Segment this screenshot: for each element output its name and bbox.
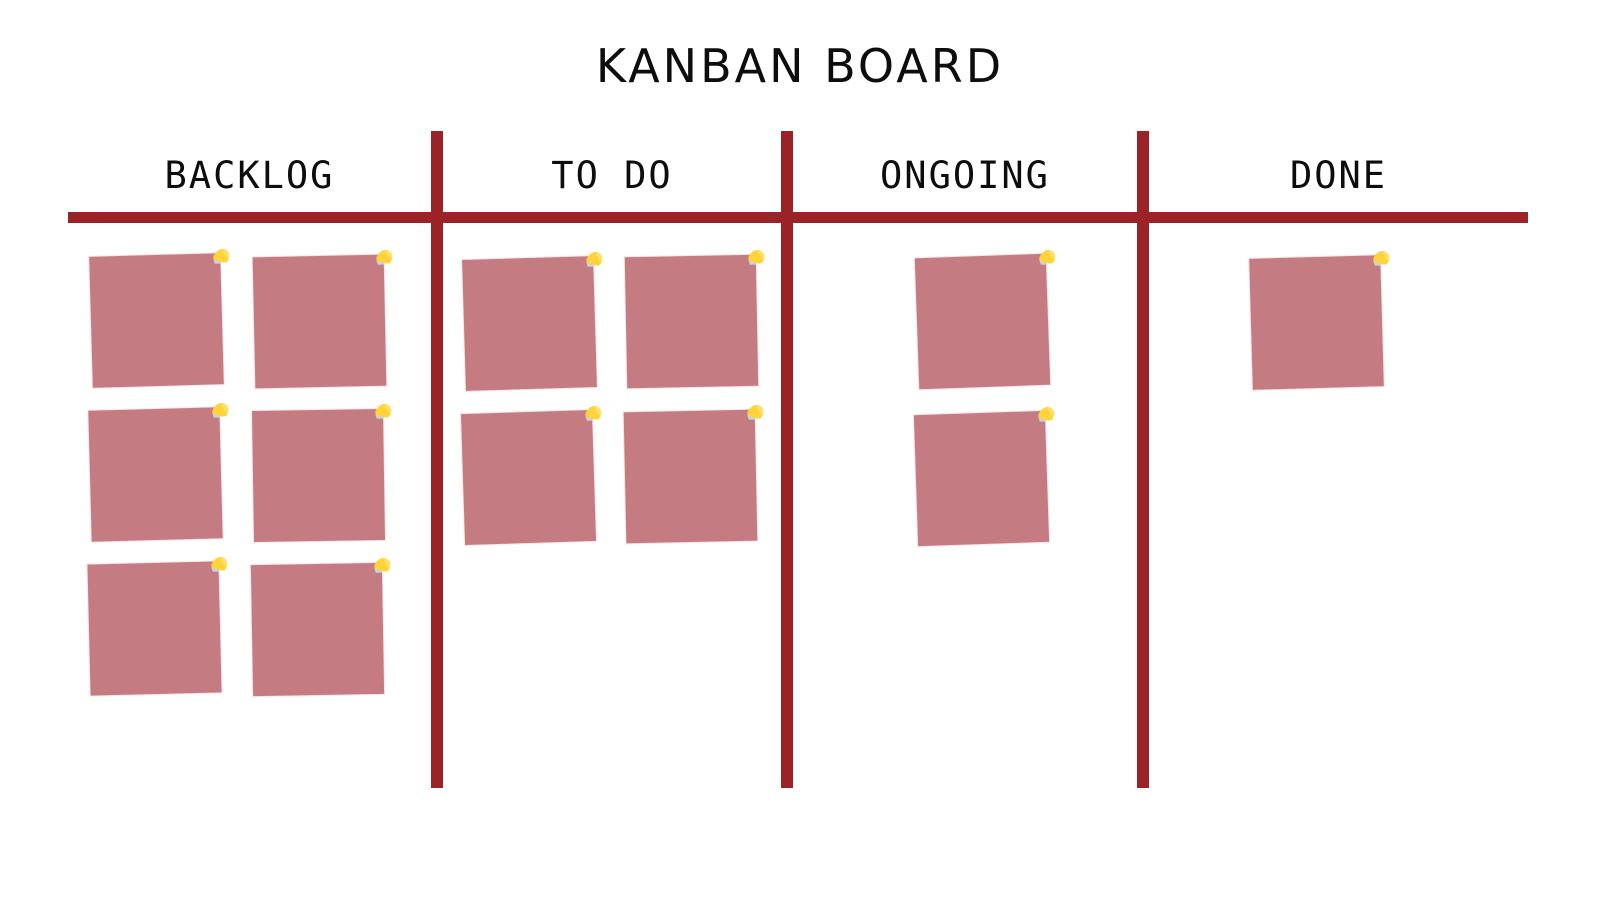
sticky-note[interactable] [87, 556, 228, 696]
column-divider-3 [1137, 131, 1149, 788]
column-header-todo[interactable]: TO DO [443, 154, 781, 198]
sticky-note[interactable] [252, 249, 393, 389]
sticky-note-card[interactable] [250, 562, 385, 697]
sticky-note-card[interactable] [88, 407, 223, 542]
sticky-note-card[interactable] [89, 253, 224, 388]
header-divider-horizontal [68, 212, 1528, 223]
sticky-note[interactable] [913, 406, 1055, 547]
board-title: KANBAN BOARD [595, 39, 1005, 93]
sticky-note[interactable] [88, 402, 229, 542]
sticky-note[interactable] [624, 249, 765, 389]
sticky-note[interactable] [914, 249, 1056, 390]
sticky-note-card[interactable] [251, 408, 386, 543]
kanban-board: KANBAN BOARD BACKLOG TO DO ONGOING DONE [0, 0, 1600, 900]
sticky-note[interactable] [462, 251, 603, 391]
sticky-note[interactable] [623, 404, 764, 544]
column-header-done[interactable]: DONE [1149, 154, 1528, 198]
sticky-note[interactable] [251, 403, 392, 543]
sticky-note[interactable] [460, 405, 602, 546]
column-divider-2 [781, 131, 793, 788]
column-divider-1 [431, 131, 443, 788]
column-header-ongoing[interactable]: ONGOING [793, 154, 1137, 198]
sticky-note-card[interactable] [914, 253, 1051, 390]
sticky-note[interactable] [250, 557, 391, 697]
sticky-note-card[interactable] [913, 410, 1050, 547]
sticky-note-card[interactable] [460, 409, 597, 546]
sticky-note-card[interactable] [1249, 255, 1384, 390]
column-header-backlog[interactable]: BACKLOG [68, 154, 431, 198]
sticky-note-card[interactable] [252, 254, 387, 389]
sticky-note-card[interactable] [87, 561, 222, 696]
sticky-note[interactable] [1249, 250, 1390, 390]
sticky-note[interactable] [89, 248, 230, 388]
sticky-note-card[interactable] [623, 409, 758, 544]
sticky-note-card[interactable] [624, 254, 759, 389]
sticky-note-card[interactable] [462, 256, 597, 391]
